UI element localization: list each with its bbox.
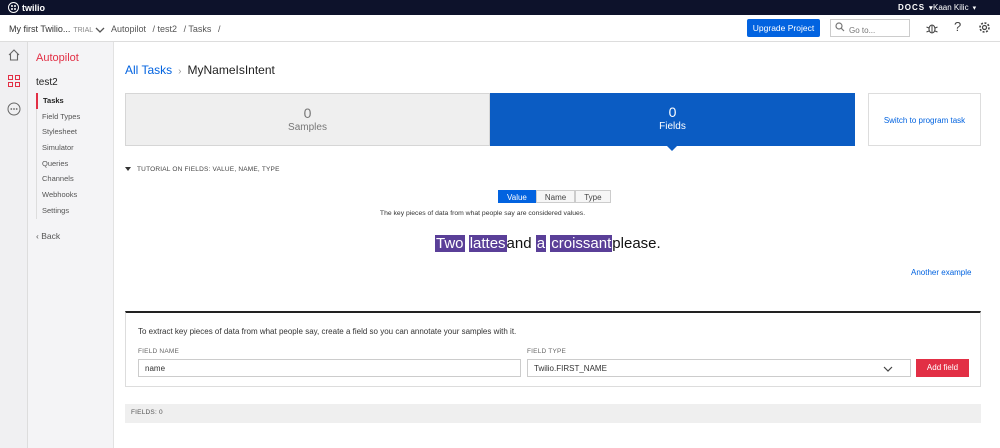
upgrade-project-button[interactable]: Upgrade Project bbox=[747, 19, 820, 37]
account-switcher[interactable]: My first Twilio... TRIAL bbox=[9, 24, 93, 34]
create-field-card: To extract key pieces of data from what … bbox=[125, 311, 981, 387]
example-word: please. bbox=[612, 235, 661, 252]
sidebar-item-stylesheet[interactable]: Stylesheet bbox=[37, 124, 106, 140]
segment-value[interactable]: Value bbox=[498, 190, 536, 203]
chevron-down-icon: ▾ bbox=[972, 5, 977, 12]
user-name: Kaan Kilic bbox=[933, 3, 969, 12]
search-icon bbox=[835, 22, 845, 32]
sidebar-item-simulator[interactable]: Simulator bbox=[37, 140, 106, 156]
tab-fields[interactable]: 0 Fields bbox=[490, 93, 855, 151]
sidebar-item-webhooks[interactable]: Webhooks bbox=[37, 187, 106, 203]
tutorial-toggle[interactable]: TUTORIAL ON FIELDS: VALUE, NAME, TYPE bbox=[125, 166, 280, 173]
example-utterance: Two lattesand a croissantplease. bbox=[435, 235, 661, 252]
highlighted-value: croissant bbox=[550, 235, 613, 252]
chevron-down-icon[interactable] bbox=[95, 26, 105, 34]
fields-label: Fields bbox=[659, 121, 686, 132]
breadcrumb-autopilot[interactable]: Autopilot bbox=[111, 24, 146, 34]
segment-type[interactable]: Type bbox=[575, 190, 611, 203]
help-icon[interactable]: ? bbox=[954, 19, 961, 34]
debugger-bug-icon[interactable] bbox=[926, 22, 938, 34]
sidebar-item-channels[interactable]: Channels bbox=[37, 171, 106, 187]
products-grid-icon[interactable] bbox=[7, 74, 21, 88]
main-content: All Tasks › MyNameIsIntent 0 Samples 0 Fie… bbox=[114, 42, 1000, 448]
fields-count-bar: FIELDS: 0 bbox=[125, 404, 981, 423]
side-navigation: Autopilot test2 Tasks Field Types Styles… bbox=[28, 42, 114, 448]
sidenav-title[interactable]: Autopilot bbox=[36, 52, 79, 64]
brand-name: twilio bbox=[22, 2, 45, 13]
field-type-select[interactable]: Twilio.FIRST_NAME bbox=[527, 359, 911, 377]
highlighted-value: Two bbox=[435, 235, 465, 252]
highlighted-value: a bbox=[535, 235, 547, 252]
sidebar-item-field-types[interactable]: Field Types bbox=[37, 109, 106, 125]
sidenav-project: test2 bbox=[36, 77, 58, 88]
twilio-logo-icon bbox=[8, 2, 19, 13]
add-field-button[interactable]: Add field bbox=[916, 359, 969, 377]
samples-label: Samples bbox=[288, 122, 327, 133]
switch-to-program-task-link[interactable]: Switch to program task bbox=[868, 93, 981, 146]
fields-count: 0 bbox=[668, 104, 677, 120]
field-name-label: FIELD NAME bbox=[138, 348, 180, 355]
more-options-icon[interactable] bbox=[7, 102, 21, 116]
tab-samples[interactable]: 0 Samples bbox=[125, 93, 490, 146]
another-example-link[interactable]: Another example bbox=[911, 268, 971, 277]
field-type-label: FIELD TYPE bbox=[527, 348, 567, 355]
all-tasks-link[interactable]: All Tasks bbox=[125, 63, 172, 77]
breadcrumb: Autopilot / test2 / Tasks / bbox=[111, 24, 224, 34]
tutorial-segmented-control: Value Name Type bbox=[498, 190, 611, 203]
trial-badge: TRIAL bbox=[73, 27, 94, 34]
sidebar-item-settings[interactable]: Settings bbox=[37, 203, 106, 219]
icon-rail bbox=[0, 42, 28, 448]
field-name-input[interactable]: name bbox=[138, 359, 521, 377]
twilio-logo[interactable]: twilio bbox=[8, 2, 45, 13]
breadcrumb-test2[interactable]: / test2 bbox=[153, 24, 178, 34]
sidebar-item-tasks[interactable]: Tasks bbox=[36, 93, 106, 109]
docs-menu[interactable]: DOCS ▾ bbox=[898, 3, 934, 12]
sidenav-list: Tasks Field Types Stylesheet Simulator Q… bbox=[36, 93, 106, 219]
account-name: My first Twilio... bbox=[9, 24, 71, 34]
breadcrumb-separator: / bbox=[217, 24, 221, 34]
back-link[interactable]: ‹ Back bbox=[36, 231, 60, 241]
user-menu[interactable]: Kaan Kilic ▾ bbox=[933, 3, 976, 12]
docs-label: DOCS bbox=[898, 3, 926, 12]
breadcrumb-chevron: › bbox=[178, 66, 182, 77]
caret-down-icon bbox=[125, 167, 131, 172]
samples-count: 0 bbox=[303, 105, 312, 121]
top-bar: twilio DOCS ▾ Kaan Kilic ▾ bbox=[0, 0, 1000, 15]
create-field-instructions: To extract key pieces of data from what … bbox=[138, 327, 517, 336]
sidebar-item-queries[interactable]: Queries bbox=[37, 156, 106, 172]
tutorial-label: TUTORIAL ON FIELDS: VALUE, NAME, TYPE bbox=[137, 166, 280, 173]
page-breadcrumb: All Tasks › MyNameIsIntent bbox=[125, 63, 275, 77]
home-icon[interactable] bbox=[7, 48, 21, 62]
highlighted-value: lattes bbox=[468, 235, 507, 252]
breadcrumb-tasks[interactable]: / Tasks bbox=[184, 24, 212, 34]
chevron-down-icon bbox=[883, 366, 893, 372]
gear-icon[interactable] bbox=[978, 21, 991, 34]
page-title: MyNameIsIntent bbox=[187, 63, 275, 77]
segment-name[interactable]: Name bbox=[535, 190, 576, 203]
tutorial-description: The key pieces of data from what people … bbox=[379, 210, 586, 217]
example-word: and bbox=[506, 235, 532, 252]
